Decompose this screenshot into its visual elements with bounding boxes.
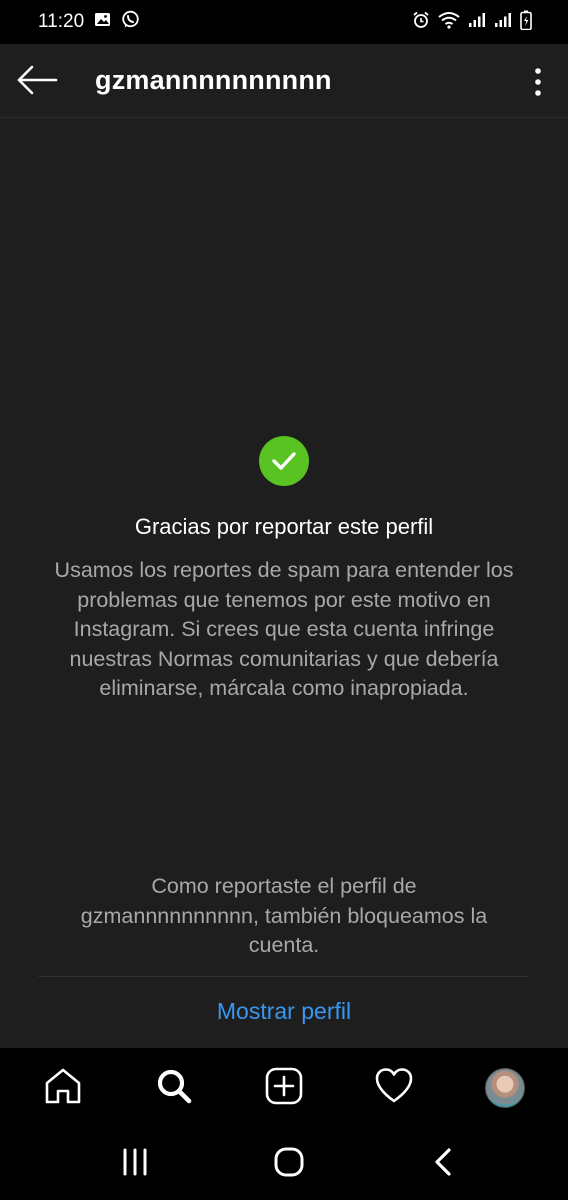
battery-icon [520,10,532,35]
status-time: 11:20 [38,11,85,32]
add-post-icon [264,1066,304,1111]
recent-apps-button[interactable] [110,1139,160,1189]
tab-search[interactable] [144,1058,204,1118]
whatsapp-icon [121,10,140,34]
system-navigation-bar [0,1128,568,1200]
arrow-left-icon [16,65,60,100]
signal-icon [468,12,486,33]
report-confirmation-description: Usamos los reportes de spam para entende… [54,558,514,700]
home-icon [43,1066,83,1111]
tab-new-post[interactable] [254,1058,314,1118]
heart-icon [374,1066,414,1111]
wifi-icon [438,11,460,34]
show-profile-button[interactable]: Mostrar perfil [0,998,568,1025]
profile-avatar [484,1068,525,1108]
tab-home[interactable] [33,1058,93,1118]
back-button[interactable] [16,64,60,96]
back-system-button[interactable] [418,1139,468,1189]
signal-icon [494,12,512,33]
header-bar: gzmannnnnnnnnn [0,44,568,118]
home-system-button[interactable] [264,1139,314,1189]
more-options-button[interactable] [526,66,550,98]
status-left: 11:20 [38,10,140,34]
profile-username: gzmannnnnnnnnn [95,65,332,95]
check-circle-icon [259,436,309,486]
status-bar: 11:20 [0,0,568,44]
tab-activity[interactable] [364,1058,424,1118]
more-vertical-icon [526,68,550,102]
status-right [412,10,532,35]
alarm-icon [412,11,430,34]
home-button-icon [273,1146,305,1183]
bottom-tab-bar [0,1048,568,1128]
image-icon [94,12,111,32]
divider [38,976,528,977]
recent-apps-icon [120,1148,150,1181]
report-confirmation-title: Gracias por reportar este perfil [134,514,434,539]
back-icon [432,1147,454,1182]
blocked-notice: Como reportaste el perfil de gzmannnnnnn… [80,874,488,957]
tab-profile[interactable] [475,1058,535,1118]
search-icon [154,1066,194,1111]
